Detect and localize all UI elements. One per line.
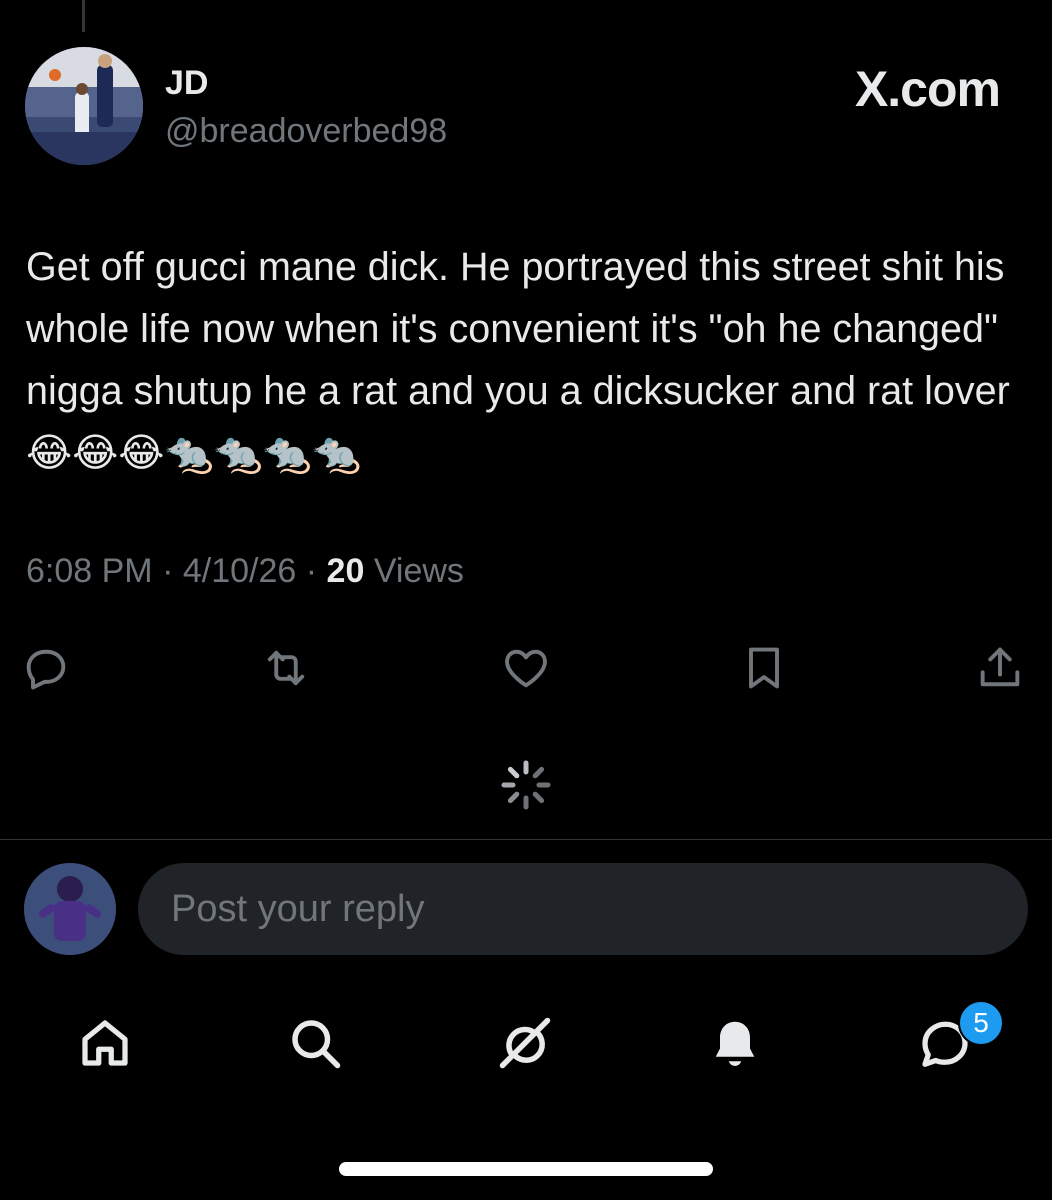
football-player-avatar-icon [24,863,116,955]
tweet-actions-bar [0,640,1052,696]
views-label: Views [373,552,464,590]
reply-icon [26,649,66,690]
share-icon [980,647,1020,687]
home-icon [82,1020,128,1066]
retweet-icon [267,650,305,686]
tweet-meta: 6:08 PM · 4/10/26 · 20 Views [26,552,464,591]
current-user-avatar[interactable] [24,863,116,955]
nav-search[interactable] [280,1008,350,1078]
loading-spinner-icon [501,760,551,810]
divider [0,839,1052,840]
tweet-text: Get off gucci mane dick. He portrayed th… [26,245,1010,475]
bottom-nav [0,1008,1052,1078]
like-button[interactable] [498,640,554,696]
meta-separator: · [162,552,183,590]
nav-grok[interactable] [490,1008,560,1078]
grok-icon [499,1017,551,1069]
thread-connector-line [82,0,85,32]
messages-badge: 5 [958,1000,1004,1046]
author-display-name[interactable]: JD [165,64,208,103]
basketball-player-avatar-icon [25,47,143,165]
home-indicator[interactable] [339,1162,713,1176]
bookmark-icon [749,647,779,689]
tweet-date: 4/10/26 [182,552,297,590]
brand-watermark: X.com [854,61,1001,117]
nav-notifications[interactable] [700,1008,770,1078]
retweet-button[interactable] [258,640,314,696]
notifications-icon [715,1021,755,1066]
like-icon [505,649,547,688]
meta-separator: · [305,552,327,590]
share-button[interactable] [972,640,1028,696]
bookmark-button[interactable] [736,640,792,696]
tweet-time: 6:08 PM [26,552,153,590]
reply-placeholder: Post your reply [171,887,425,930]
author-avatar[interactable] [25,47,143,165]
nav-home[interactable] [70,1008,140,1078]
search-icon [292,1020,341,1069]
reply-button[interactable] [18,640,74,696]
views-count: 20 [326,552,365,590]
reply-input[interactable]: Post your reply [138,863,1028,955]
author-handle[interactable]: @breadoverbed98 [165,112,447,151]
